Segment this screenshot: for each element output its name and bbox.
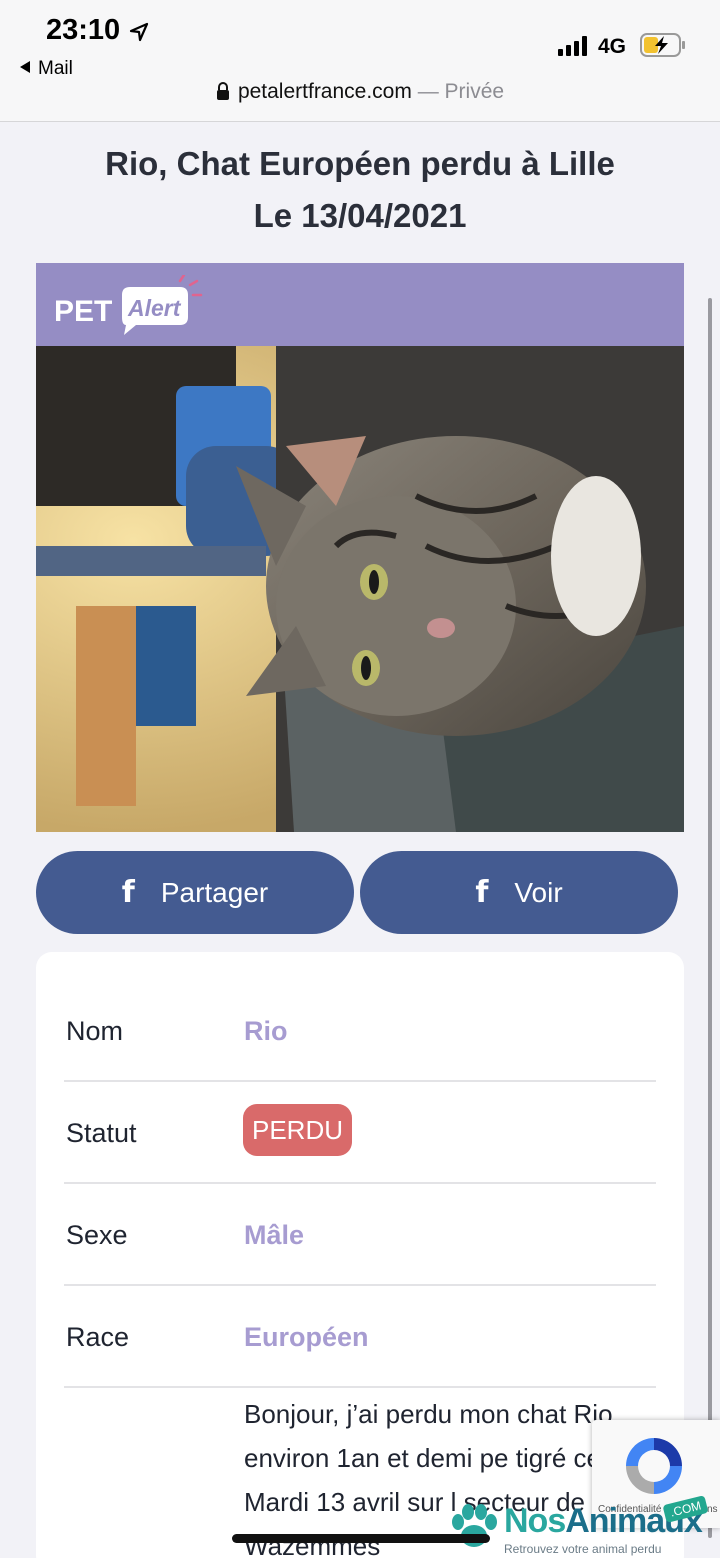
detail-row-sex: Sexe Mâle xyxy=(64,1184,656,1286)
facebook-icon: f xyxy=(121,875,135,910)
brand-header: PET Alert xyxy=(36,263,684,346)
share-label: Partager xyxy=(160,876,269,908)
location-arrow-icon xyxy=(129,22,149,42)
lock-icon xyxy=(216,82,229,100)
back-app-label: Mail xyxy=(38,58,73,79)
private-mode-label: — Privée xyxy=(417,80,505,103)
recaptcha-icon xyxy=(626,1438,682,1494)
pet-details-card: Nom Rio Statut PERDU Sexe Mâle Race Euro… xyxy=(36,952,684,1558)
watermark-tagline: Retrouvez votre animal perdu xyxy=(504,1542,662,1556)
facebook-view-button[interactable]: f Voir xyxy=(360,851,678,934)
cellular-signal-icon xyxy=(558,36,587,56)
network-type: 4G xyxy=(598,35,627,58)
browser-top-bar: 23:10 Mail 4G petalertfrance.com — Privé… xyxy=(0,0,720,122)
scrollbar[interactable] xyxy=(708,298,712,1538)
detail-value: Mâle xyxy=(244,1220,305,1250)
facebook-share-button[interactable]: f Partager xyxy=(36,851,354,934)
home-indicator[interactable] xyxy=(232,1534,490,1543)
back-to-mail-link[interactable]: Mail xyxy=(20,58,73,80)
detail-value: Rio xyxy=(244,1016,288,1046)
title-line-1: Rio, Chat Européen perdu à Lille xyxy=(105,145,615,182)
detail-label: Sexe xyxy=(66,1220,128,1250)
battery-charging-icon xyxy=(640,33,685,57)
detail-label: Race xyxy=(66,1322,130,1352)
address-bar[interactable]: petalertfrance.com — Privée xyxy=(0,80,720,104)
logo-text-pet: PET xyxy=(54,295,112,328)
facebook-icon: f xyxy=(475,875,489,910)
paw-icon xyxy=(452,1504,497,1547)
status-time: 23:10 xyxy=(46,14,121,46)
petalert-logo: PET Alert xyxy=(54,275,203,335)
back-triangle-icon xyxy=(20,61,30,73)
nosanimaux-watermark: NosAnimaux .COM Retrouvez votre animal p… xyxy=(446,1495,720,1558)
detail-value: Européen xyxy=(244,1322,369,1352)
url-domain: petalertfrance.com xyxy=(237,80,412,103)
pet-photo xyxy=(36,346,684,832)
detail-label: Statut xyxy=(66,1118,137,1148)
view-label: Voir xyxy=(514,876,563,908)
status-badge: PERDU xyxy=(243,1104,353,1156)
detail-label: Nom xyxy=(66,1016,124,1046)
pet-photo-card: PET Alert xyxy=(36,263,684,832)
logo-text-alert: Alert xyxy=(127,295,182,321)
title-line-2: Le 13/04/2021 xyxy=(253,197,467,234)
detail-row-name: Nom Rio xyxy=(64,980,656,1082)
page-title: Rio, Chat Européen perdu à Lille Le 13/0… xyxy=(0,138,720,242)
detail-row-breed: Race Européen xyxy=(64,1286,656,1388)
detail-row-status: Statut PERDU xyxy=(64,1082,656,1184)
